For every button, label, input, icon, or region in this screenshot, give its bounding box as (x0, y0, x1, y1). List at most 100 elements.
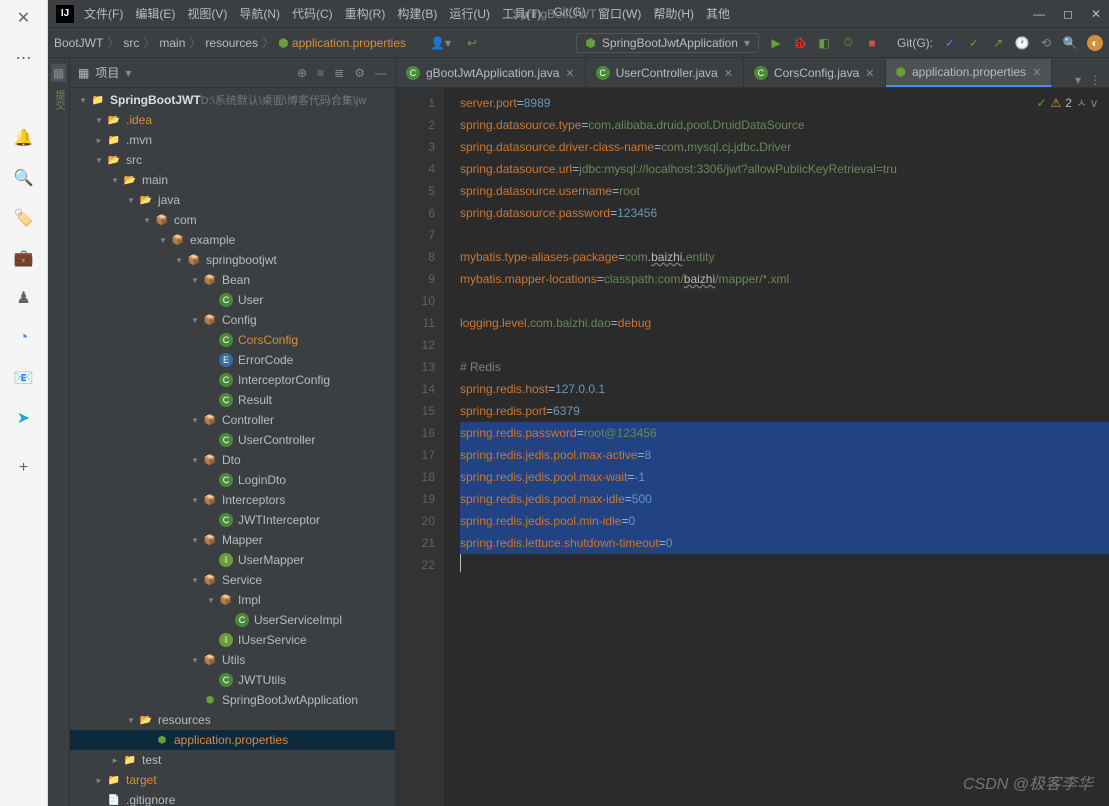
tree-ErrorCode[interactable]: EErrorCode (70, 350, 395, 370)
menu-运行(U)[interactable]: 运行(U) (443, 5, 496, 22)
tree-Result[interactable]: CResult (70, 390, 395, 410)
stop-icon[interactable]: ■ (865, 36, 879, 50)
tab-close-icon[interactable]: ✕ (1032, 66, 1041, 79)
more-icon[interactable]: ⋯ (14, 48, 34, 68)
revert-icon[interactable]: ⟲ (1039, 36, 1053, 50)
tag-icon[interactable]: 🏷️ (14, 208, 34, 228)
project-tree[interactable]: ▾📁SpringBootJWT D:\系统默认\桌面\博客代码合集\jw▾📂.i… (70, 88, 395, 806)
tab-CorsConfig.java[interactable]: CCorsConfig.java✕ (744, 59, 886, 87)
tree-JWTUtils[interactable]: CJWTUtils (70, 670, 395, 690)
run-icon[interactable]: ▶ (769, 36, 783, 50)
tree-IUserService[interactable]: IIUserService (70, 630, 395, 650)
add-icon[interactable]: + (14, 458, 34, 478)
tree-Utils[interactable]: ▾📦Utils (70, 650, 395, 670)
search-everywhere-icon[interactable]: 🔍 (1063, 36, 1077, 50)
menu-代码(C)[interactable]: 代码(C) (286, 5, 339, 22)
menu-帮助(H)[interactable]: 帮助(H) (647, 5, 700, 22)
tree-SpringBootJwtApplication[interactable]: ⬢SpringBootJwtApplication (70, 690, 395, 710)
close-icon[interactable]: ✕ (14, 8, 34, 28)
tree-example[interactable]: ▾📦example (70, 230, 395, 250)
tree-User[interactable]: CUser (70, 290, 395, 310)
tree-InterceptorConfig[interactable]: CInterceptorConfig (70, 370, 395, 390)
tree-java[interactable]: ▾📂java (70, 190, 395, 210)
menu-视图(V)[interactable]: 视图(V) (181, 5, 233, 22)
tree-root[interactable]: ▾📁SpringBootJWT D:\系统默认\桌面\博客代码合集\jw (70, 90, 395, 110)
tree-Dto[interactable]: ▾📦Dto (70, 450, 395, 470)
crumb-BootJWT[interactable]: BootJWT (54, 36, 103, 50)
tree-Bean[interactable]: ▾📦Bean (70, 270, 395, 290)
tab-close-icon[interactable]: ✕ (565, 67, 574, 80)
telegram-icon[interactable]: ➤ (14, 408, 34, 428)
menu-编辑(E)[interactable]: 编辑(E) (129, 5, 181, 22)
collapse-all-icon[interactable]: ≣ (334, 66, 344, 80)
minimize-icon[interactable]: — (1033, 7, 1045, 21)
tree-Impl[interactable]: ▾📦Impl (70, 590, 395, 610)
tree-resources[interactable]: ▾📂resources (70, 710, 395, 730)
tree-test[interactable]: ▸📁test (70, 750, 395, 770)
tab-application.properties[interactable]: ⬢application.properties✕ (886, 59, 1053, 87)
menu-文件(F)[interactable]: 文件(F) (78, 5, 129, 22)
hide-icon[interactable]: — (375, 66, 387, 80)
briefcase-icon[interactable]: 💼 (14, 248, 34, 268)
profile-icon[interactable]: ⏱ (841, 36, 855, 50)
crumb-main[interactable]: main (159, 36, 185, 50)
tree-src[interactable]: ▾📂src (70, 150, 395, 170)
search-icon[interactable]: 🔍 (14, 168, 34, 188)
tree-CorsConfig[interactable]: CCorsConfig (70, 330, 395, 350)
tree-UserController[interactable]: CUserController (70, 430, 395, 450)
history-icon[interactable]: 🕐 (1015, 36, 1029, 50)
bell-icon[interactable]: 🔔 (14, 128, 34, 148)
project-tool-icon[interactable]: ▦ (51, 64, 66, 82)
tree-target[interactable]: ▸📁target (70, 770, 395, 790)
select-opened-icon[interactable]: ⊕ (297, 66, 307, 80)
tab-UserController.java[interactable]: CUserController.java✕ (586, 59, 744, 87)
user-icon[interactable]: 👤▾ (430, 36, 451, 50)
debug-icon[interactable]: 🐞 (793, 36, 807, 50)
tree-springbootjwt[interactable]: ▾📦springbootjwt (70, 250, 395, 270)
tree-Mapper[interactable]: ▾📦Mapper (70, 530, 395, 550)
menu-其他[interactable]: 其他 (700, 5, 736, 22)
chess-icon[interactable]: ♟ (14, 288, 34, 308)
code-content[interactable]: ✓ ⚠2 ㅅv server.port=8989spring.datasourc… (444, 88, 1109, 806)
menu-窗口(W)[interactable]: 窗口(W) (592, 5, 647, 22)
tree-LoginDto[interactable]: CLoginDto (70, 470, 395, 490)
git-update-icon[interactable]: ✓ (943, 36, 957, 50)
tree-main[interactable]: ▾📂main (70, 170, 395, 190)
menu-导航(N)[interactable]: 导航(N) (233, 5, 286, 22)
copilot-icon[interactable]: ◔ (14, 328, 34, 348)
crumb-src[interactable]: src (123, 36, 139, 50)
tree-Config[interactable]: ▾📦Config (70, 310, 395, 330)
tree-.mvn[interactable]: ▸📁.mvn (70, 130, 395, 150)
tree-Controller[interactable]: ▾📦Controller (70, 410, 395, 430)
maximize-icon[interactable]: ◻ (1063, 7, 1073, 21)
tree-com[interactable]: ▾📦com (70, 210, 395, 230)
expand-all-icon[interactable]: ≡ (317, 66, 324, 80)
settings-icon[interactable]: ⚙ (354, 66, 365, 80)
outlook-icon[interactable]: 📧 (14, 368, 34, 388)
close-window-icon[interactable]: ✕ (1091, 7, 1101, 21)
tab-dropdown-icon[interactable]: ▾ (1075, 73, 1081, 87)
tab-more-icon[interactable]: ⋮ (1089, 73, 1101, 87)
tree-Interceptors[interactable]: ▾📦Interceptors (70, 490, 395, 510)
inspection-status[interactable]: ✓ ⚠2 ㅅv (1036, 94, 1097, 111)
crumb-resources[interactable]: resources (205, 36, 258, 50)
tree-.idea[interactable]: ▾📂.idea (70, 110, 395, 130)
run-config-selector[interactable]: ⬢ SpringBootJwtApplication ▾ (576, 33, 759, 53)
crumb-application.properties[interactable]: ⬢ application.properties (278, 36, 406, 50)
tree-.gitignore[interactable]: 📄.gitignore (70, 790, 395, 806)
tab-close-icon[interactable]: ✕ (724, 67, 733, 80)
tree-application.properties[interactable]: ⬢application.properties (70, 730, 395, 750)
tab-close-icon[interactable]: ✕ (865, 67, 874, 80)
back-icon[interactable]: ↩ (467, 36, 477, 50)
menu-构建(B)[interactable]: 构建(B) (391, 5, 443, 22)
tree-UserServiceImpl[interactable]: CUserServiceImpl (70, 610, 395, 630)
git-commit-icon[interactable]: ✓ (967, 36, 981, 50)
git-push-icon[interactable]: ↗ (991, 36, 1005, 50)
ai-icon[interactable]: ◐ (1087, 35, 1103, 51)
commit-tool[interactable]: 提交 (51, 90, 66, 110)
tab-gBootJwtApplication.java[interactable]: CgBootJwtApplication.java✕ (396, 59, 586, 87)
tree-Service[interactable]: ▾📦Service (70, 570, 395, 590)
menu-重构(R)[interactable]: 重构(R) (339, 5, 392, 22)
tree-JWTInterceptor[interactable]: CJWTInterceptor (70, 510, 395, 530)
tree-UserMapper[interactable]: IUserMapper (70, 550, 395, 570)
